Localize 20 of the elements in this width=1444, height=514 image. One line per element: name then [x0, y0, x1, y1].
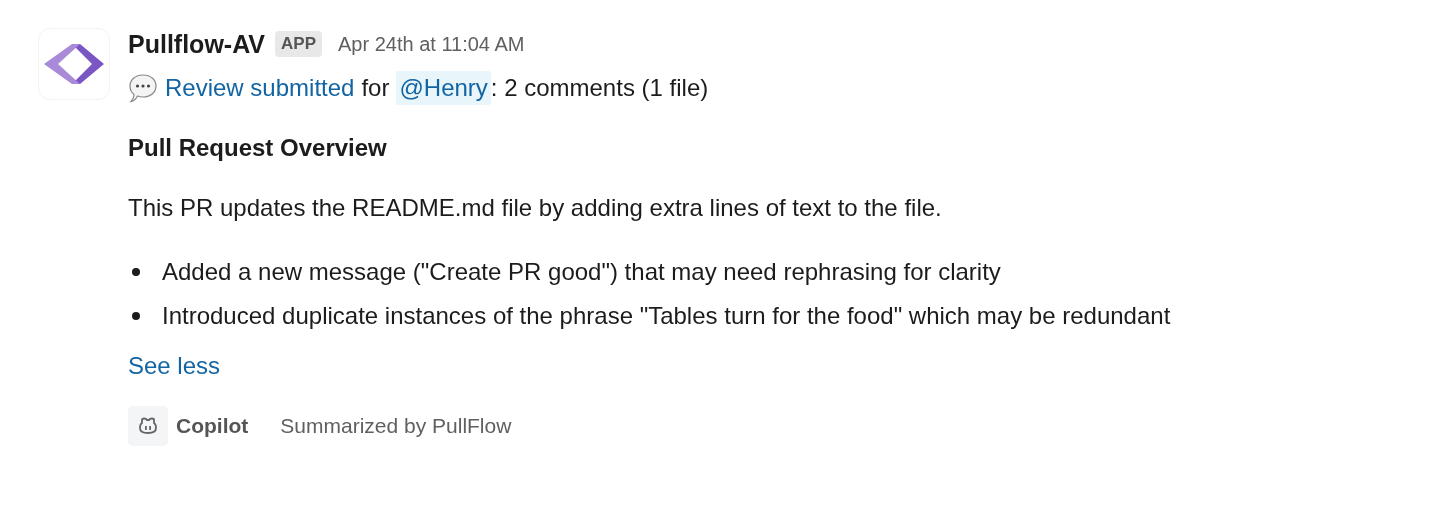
- app-avatar[interactable]: [38, 28, 110, 100]
- timestamp[interactable]: Apr 24th at 11:04 AM: [338, 32, 525, 56]
- overview-paragraph: This PR updates the README.md file by adding extra lines of text to the file.: [128, 194, 943, 222]
- see-less-link[interactable]: See less: [128, 352, 1188, 380]
- sender-name[interactable]: Pullflow-AV: [128, 29, 266, 59]
- user-mention[interactable]: @Henry: [396, 71, 491, 105]
- section-heading: Pull Request Overview: [128, 134, 388, 162]
- bullet-item: Introduced duplicate instances of the phrase "Tables turn for the food" which may be redundant: [162, 302, 1171, 329]
- review-link[interactable]: Review submitted: [165, 74, 355, 102]
- copilot-icon: [128, 406, 168, 446]
- comment-count: : 2 comments (1 file): [490, 74, 709, 102]
- app-badge: APP: [275, 31, 322, 57]
- summary-text: for: [361, 74, 390, 102]
- speech-bubble-icon: [128, 73, 158, 103]
- bullet-icon: [132, 268, 140, 277]
- diamond-logo-icon: [42, 42, 106, 86]
- footer-note: Summarized by PullFlow: [280, 414, 512, 438]
- bullet-item: Added a new message ("Create PR good") that may need rephrasing for clarity: [162, 258, 1001, 285]
- bullet-icon: [132, 312, 140, 321]
- bot-name: Copilot: [176, 414, 249, 438]
